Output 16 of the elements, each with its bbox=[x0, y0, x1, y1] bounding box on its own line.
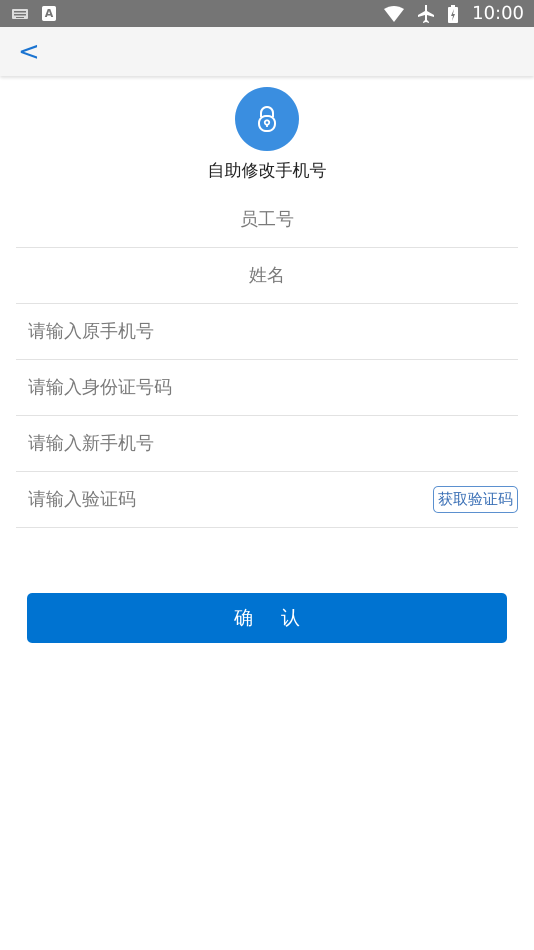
battery-icon bbox=[448, 4, 458, 22]
input-field[interactable]: 请输入验证码 bbox=[16, 480, 433, 520]
input-field[interactable]: 请输入身份证号码 bbox=[16, 368, 518, 408]
page-title: 自助修改手机号 bbox=[208, 160, 326, 182]
confirm-button[interactable]: 确 认 bbox=[27, 593, 507, 643]
back-button[interactable]: < bbox=[14, 38, 44, 64]
clock-time: 10:00 bbox=[472, 3, 524, 24]
input-field[interactable]: 请输入原手机号 bbox=[16, 312, 518, 352]
input-field[interactable]: 员工号 bbox=[16, 200, 518, 240]
status-badge: A bbox=[42, 6, 56, 21]
wifi-icon bbox=[384, 6, 404, 22]
get-code-button[interactable]: 获取验证码 bbox=[433, 486, 518, 513]
keyboard-icon bbox=[12, 8, 28, 18]
input-field[interactable]: 请输入新手机号 bbox=[16, 424, 518, 464]
airplane-icon bbox=[418, 4, 434, 22]
input-field[interactable]: 姓名 bbox=[16, 256, 518, 296]
